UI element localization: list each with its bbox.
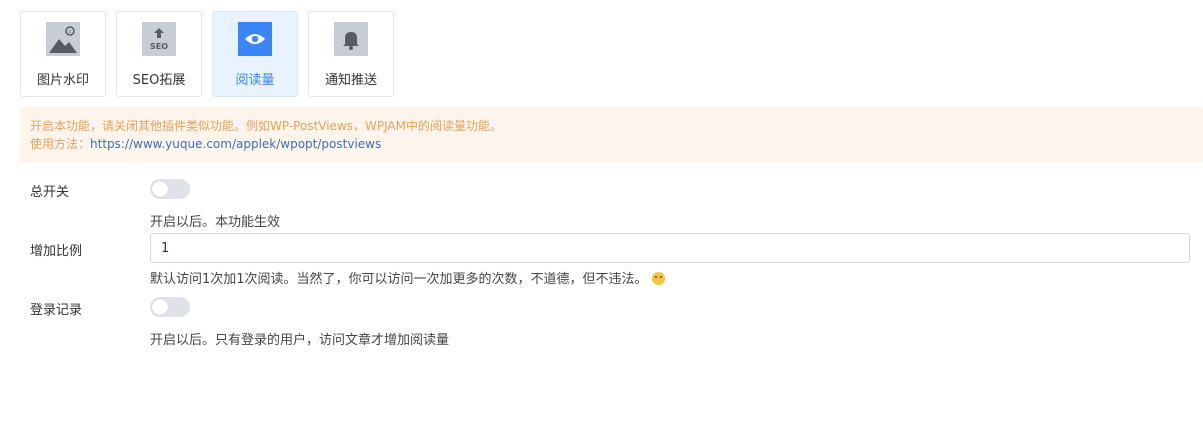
usage-prefix: 使用方法：: [30, 137, 91, 151]
tab-notification[interactable]: 通知推送: [308, 11, 394, 97]
svg-text:c: c: [69, 29, 72, 35]
ratio-help-text: 默认访问1次加1次阅读。当然了，你可以访问一次加更多的次数，不道德，但不违法。: [150, 272, 648, 287]
tab-read-count[interactable]: 阅读量: [212, 11, 298, 97]
toggle-knob: [152, 299, 168, 315]
tab-label: 阅读量: [235, 73, 275, 88]
tab-label: 图片水印: [36, 73, 89, 88]
bell-icon: [334, 22, 368, 56]
notice-usage: 使用方法：https://www.yuque.com/applek/wpopt/…: [30, 135, 1193, 153]
master-switch-help: 开启以后。本功能生效: [150, 215, 281, 230]
seo-icon-text: SEO: [150, 42, 168, 51]
usage-link[interactable]: https://www.yuque.com/applek/wpopt/postv…: [90, 137, 381, 151]
notice-text: 开启本功能，请关闭其他插件类似功能。例如WP-PostViews，WPJAM中的…: [30, 119, 502, 133]
tab-label: 通知推送: [324, 73, 377, 88]
tab-image-watermark[interactable]: c 图片水印: [20, 11, 106, 97]
feature-tabs: c 图片水印 SEO SEO拓展 阅读量 通知推送: [20, 11, 394, 97]
toggle-knob: [152, 181, 168, 197]
login-record-help: 开启以后。只有登录的用户，访问文章才增加阅读量: [150, 333, 450, 348]
notice-box: 开启本功能，请关闭其他插件类似功能。例如WP-PostViews，WPJAM中的…: [20, 107, 1203, 162]
login-record-label: 登录记录: [30, 303, 83, 318]
ratio-help: 默认访问1次加1次阅读。当然了，你可以访问一次加更多的次数，不道德，但不违法。: [150, 268, 665, 287]
login-record-toggle[interactable]: [150, 297, 190, 317]
ratio-label: 增加比例: [30, 244, 83, 259]
seo-upload-icon: SEO: [142, 22, 176, 56]
master-switch-label: 总开关: [30, 185, 70, 200]
ratio-input[interactable]: [150, 233, 1190, 263]
tab-seo[interactable]: SEO SEO拓展: [116, 11, 202, 97]
eye-icon: [238, 22, 272, 56]
wink-emoji-icon: [651, 272, 665, 285]
tab-label: SEO拓展: [132, 73, 186, 88]
master-switch-toggle[interactable]: [150, 179, 190, 199]
image-watermark-icon: c: [46, 22, 80, 56]
